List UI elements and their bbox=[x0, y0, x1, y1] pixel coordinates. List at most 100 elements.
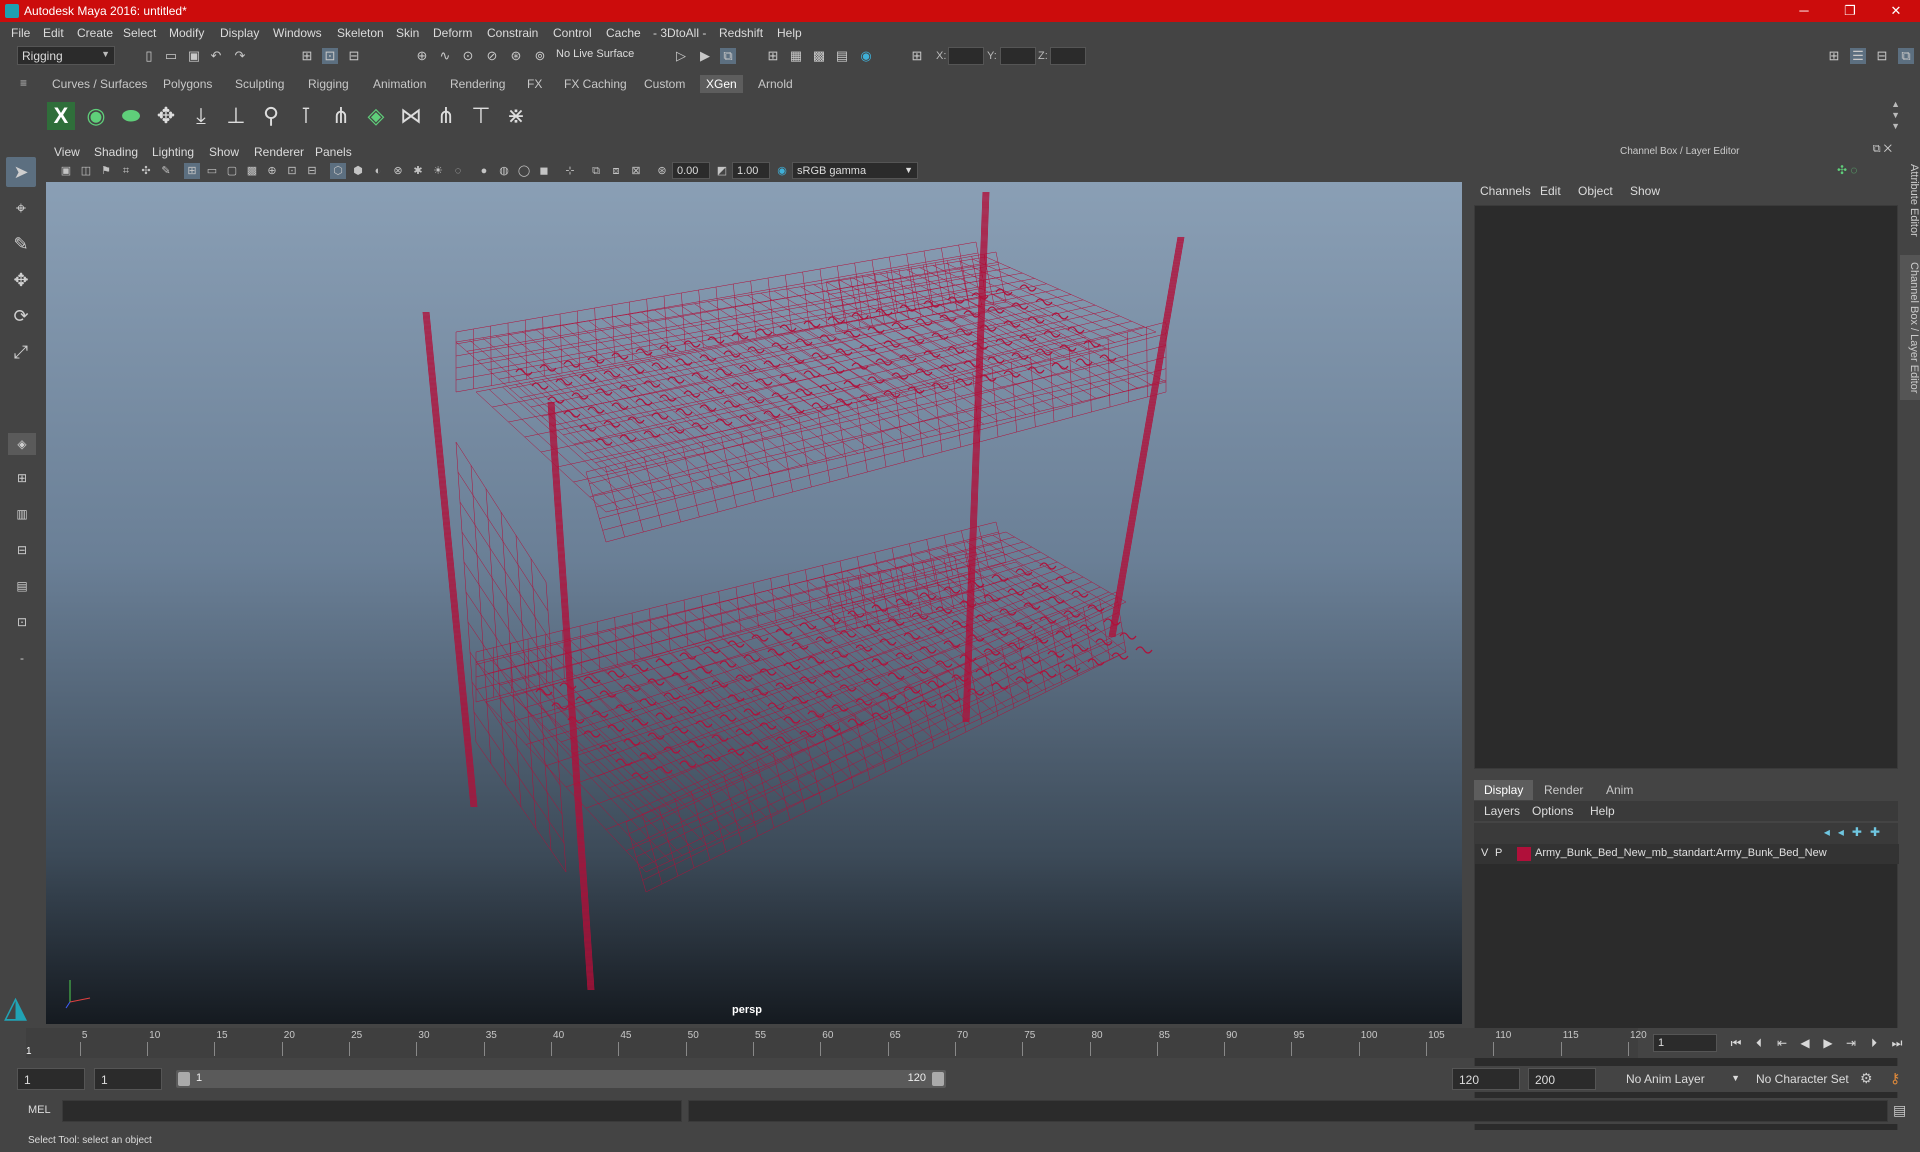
modeling-toolkit-icon[interactable]: ⊞ bbox=[1826, 48, 1842, 64]
play-forwards-icon[interactable]: ▶ bbox=[1819, 1034, 1837, 1052]
menu-help[interactable]: Help bbox=[777, 26, 802, 40]
menu-modify[interactable]: Modify bbox=[169, 26, 204, 40]
shelf-menu-icon[interactable]: ≡ bbox=[20, 76, 27, 90]
viewport-menu-renderer[interactable]: Renderer bbox=[254, 145, 304, 159]
xgen-select-guides-icon[interactable]: ⋔ bbox=[432, 102, 460, 130]
film-gate-icon[interactable]: ▭ bbox=[204, 163, 220, 179]
xgen-sculpt-guide-icon[interactable]: ⚲ bbox=[257, 102, 285, 130]
xgen-groom-icon[interactable]: ✥ bbox=[152, 102, 180, 130]
ambient-occlusion-icon[interactable]: ● bbox=[476, 163, 492, 179]
character-set-dropdown[interactable]: No Character Set bbox=[1750, 1068, 1870, 1090]
channel-object-menu[interactable]: Object bbox=[1578, 184, 1613, 198]
render-settings-icon[interactable]: ⊞ bbox=[765, 48, 781, 64]
layers-menu[interactable]: Layers bbox=[1484, 804, 1520, 818]
shadows-icon[interactable]: ☀ bbox=[430, 163, 446, 179]
resolution-gate-icon[interactable]: ▢ bbox=[224, 163, 240, 179]
channel-edit-menu[interactable]: Edit bbox=[1540, 184, 1561, 198]
color-space-dropdown[interactable]: sRGB gamma ▼ bbox=[792, 162, 918, 179]
attribute-editor-side-tab[interactable]: Attribute Editor bbox=[1900, 150, 1920, 250]
channels-menu[interactable]: Channels bbox=[1480, 184, 1531, 198]
x-ray-icon[interactable]: ⧉ bbox=[588, 163, 604, 179]
xgen-delete-guides-icon[interactable]: ⋇ bbox=[502, 102, 530, 130]
tab-arnold[interactable]: Arnold bbox=[752, 75, 799, 93]
channel-show-menu[interactable]: Show bbox=[1630, 184, 1660, 198]
save-scene-icon[interactable]: ▣ bbox=[186, 48, 202, 64]
tab-rendering[interactable]: Rendering bbox=[444, 75, 511, 93]
xgen-preview-icon[interactable]: ◉ bbox=[82, 102, 110, 130]
xgen-leaf-icon[interactable]: ⬬ bbox=[117, 102, 145, 130]
playback-start-field[interactable]: 1 bbox=[94, 1068, 162, 1090]
channel-box-toggle-icon[interactable]: ⧉ bbox=[1898, 48, 1914, 64]
current-frame-field[interactable]: 1 bbox=[1653, 1034, 1717, 1052]
make-live-icon[interactable]: ⊚ bbox=[532, 48, 548, 64]
isolate-select-icon[interactable]: ⊹ bbox=[562, 163, 578, 179]
gate-mask-icon[interactable]: ▩ bbox=[244, 163, 260, 179]
render-view-icon[interactable]: ▤ bbox=[834, 48, 850, 64]
script-editor-icon[interactable]: ▤ bbox=[1893, 1102, 1906, 1119]
layer-playback-toggle[interactable]: P bbox=[1495, 847, 1502, 859]
xgen-add-guide-icon[interactable]: ⊥ bbox=[222, 102, 250, 130]
layout-more-icon[interactable]: - bbox=[8, 647, 36, 669]
x-ray-components-icon[interactable]: ⊠ bbox=[628, 163, 644, 179]
viewport-menu-panels[interactable]: Panels bbox=[315, 145, 352, 159]
anim-preferences-icon[interactable]: ⚙ bbox=[1860, 1070, 1873, 1087]
menu-display[interactable]: Display bbox=[220, 26, 259, 40]
render-frame-icon[interactable]: ▦ bbox=[788, 48, 804, 64]
channel-box-area[interactable] bbox=[1474, 205, 1898, 769]
camera-select-icon[interactable]: ▣ bbox=[58, 163, 74, 179]
grid-icon[interactable]: ⊞ bbox=[184, 163, 200, 179]
close-button[interactable]: ✕ bbox=[1873, 0, 1919, 22]
tool-settings-icon[interactable]: ⊟ bbox=[1874, 48, 1890, 64]
tab-display[interactable]: Display bbox=[1474, 780, 1534, 800]
menu-constrain[interactable]: Constrain bbox=[487, 26, 538, 40]
paint-select-tool-icon[interactable]: ✎ bbox=[6, 229, 36, 259]
tab-anim[interactable]: Anim bbox=[1596, 780, 1643, 800]
four-view-layout-icon[interactable]: ⊞ bbox=[8, 467, 36, 489]
xgen-bend-guides-icon[interactable]: ⊤ bbox=[467, 102, 495, 130]
xgen-guides-icon[interactable]: ⋔ bbox=[327, 102, 355, 130]
layer-name[interactable]: Army_Bunk_Bed_New_mb_standart:Army_Bunk_… bbox=[1535, 847, 1827, 859]
tab-fx-caching[interactable]: FX Caching bbox=[558, 75, 633, 93]
go-to-start-icon[interactable]: ⏮ bbox=[1727, 1034, 1745, 1052]
textured-icon[interactable]: ⊗ bbox=[390, 163, 406, 179]
scale-tool-icon[interactable]: ⤢ bbox=[6, 337, 36, 367]
xgen-clumps-icon[interactable]: ⋈ bbox=[397, 102, 425, 130]
tab-sculpting[interactable]: Sculpting bbox=[229, 75, 290, 93]
hypershade-layout-icon[interactable]: ⊡ bbox=[8, 611, 36, 633]
gamma-field[interactable]: 1.00 bbox=[732, 162, 770, 179]
layer-visibility-toggle[interactable]: V bbox=[1481, 847, 1488, 859]
play-backwards-icon[interactable]: ◀ bbox=[1796, 1034, 1814, 1052]
transform-mode-icon[interactable]: ⊞ bbox=[909, 48, 925, 64]
construction-history-icon[interactable]: ⧉ bbox=[720, 48, 736, 64]
input-ops-icon[interactable]: ▷ bbox=[673, 48, 689, 64]
menu-create[interactable]: Create bbox=[77, 26, 113, 40]
lasso-tool-icon[interactable]: ⌖ bbox=[6, 193, 36, 223]
lighting-off-icon[interactable]: ◌ bbox=[450, 163, 466, 179]
x-field[interactable] bbox=[948, 47, 984, 65]
camera-attributes-icon[interactable]: ◫ bbox=[78, 163, 94, 179]
tab-render[interactable]: Render bbox=[1534, 780, 1593, 800]
x-ray-joints-icon[interactable]: ⧈ bbox=[608, 163, 624, 179]
select-by-hierarchy-icon[interactable]: ⊞ bbox=[299, 48, 315, 64]
time-ruler[interactable]: 5 10 15 20 25 30 35 40 45 50 55 60 65 70 75 80 85 90 95 100… bbox=[26, 1028, 1647, 1058]
motion-blur-icon[interactable]: ◍ bbox=[496, 163, 512, 179]
step-back-frame-icon[interactable]: ⏴ bbox=[1750, 1034, 1768, 1052]
layer-help-menu[interactable]: Help bbox=[1590, 804, 1615, 818]
color-management-icon[interactable]: ◉ bbox=[774, 163, 790, 179]
select-tool-icon[interactable]: ➤ bbox=[6, 157, 36, 187]
animation-start-field[interactable]: 1 bbox=[17, 1068, 85, 1090]
open-scene-icon[interactable]: ▭ bbox=[163, 48, 179, 64]
perspective-viewport[interactable]: persp bbox=[46, 182, 1462, 1024]
outliner-perspective-layout-icon[interactable]: ▤ bbox=[8, 575, 36, 597]
snap-view-plane-icon[interactable]: ⊘ bbox=[484, 48, 500, 64]
anim-layer-dropdown[interactable]: No Anim Layer ▼ bbox=[1620, 1068, 1744, 1090]
tab-custom[interactable]: Custom bbox=[638, 75, 691, 93]
single-perspective-layout-icon[interactable]: ◈ bbox=[8, 433, 36, 455]
ipr-render-icon[interactable]: ▩ bbox=[811, 48, 827, 64]
safe-title-icon[interactable]: ⊟ bbox=[304, 163, 320, 179]
viewport-menu-view[interactable]: View bbox=[54, 145, 80, 159]
channel-box-side-tab[interactable]: Channel Box / Layer Editor bbox=[1900, 255, 1920, 400]
menu-select[interactable]: Select bbox=[123, 26, 156, 40]
safe-action-icon[interactable]: ⊡ bbox=[284, 163, 300, 179]
menu-windows[interactable]: Windows bbox=[273, 26, 322, 40]
